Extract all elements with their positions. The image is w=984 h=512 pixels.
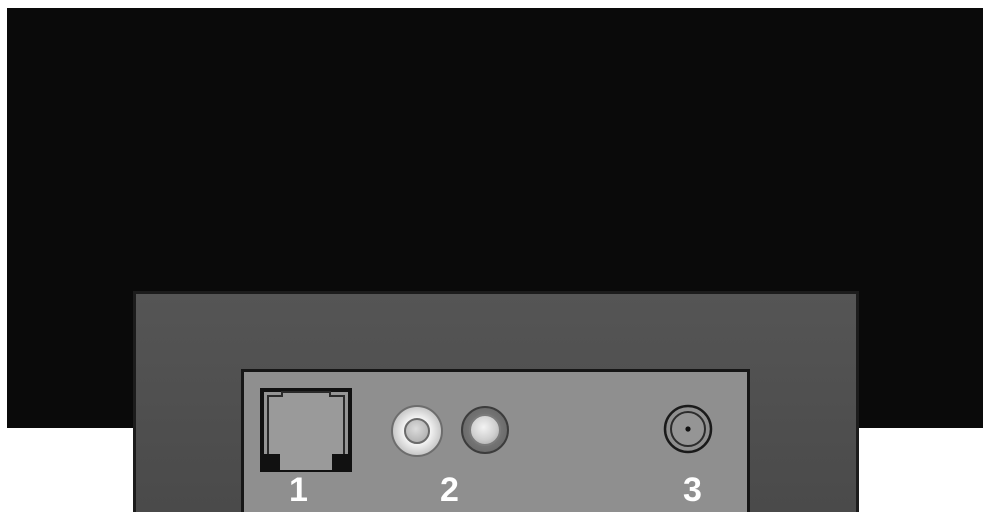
port-number-1: 1 [289,471,308,509]
device-diagram: 1 2 3 [0,0,984,512]
rj11-port-icon [258,386,354,474]
rca-white-jack-center [404,418,430,444]
port-number-2: 2 [440,471,459,509]
rca-white-jack-icon [391,405,443,457]
rca-gray-jack-center [469,414,501,446]
rca-gray-jack-icon [461,406,509,454]
port-number-3: 3 [683,471,702,509]
coaxial-jack-icon [663,404,713,454]
